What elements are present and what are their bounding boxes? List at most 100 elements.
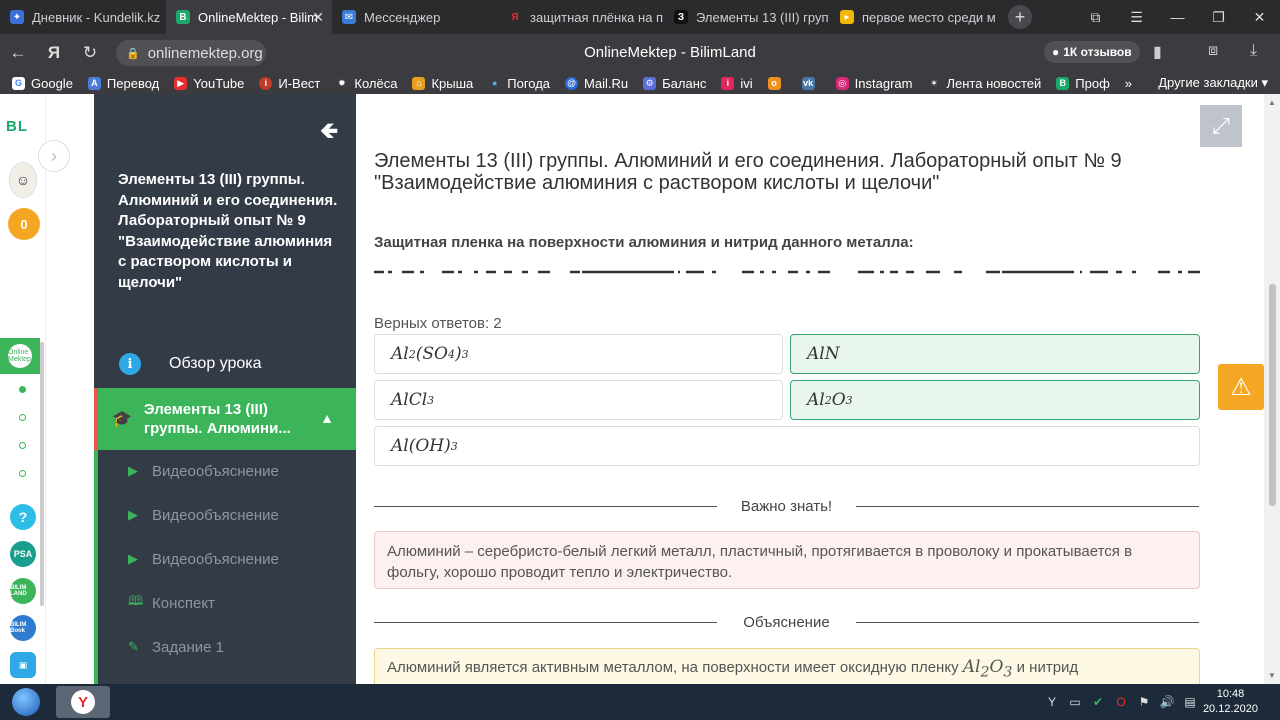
bookmark-google[interactable]: G Google [12,76,73,91]
tab-messenger[interactable]: ✉ Мессенджер [332,0,498,34]
correct-answers-count: Верных ответов: 2 [374,315,502,332]
chevron-right-icon[interactable]: › [38,140,70,172]
start-button[interactable] [4,686,48,718]
tab-yandex-search[interactable]: Язащитная плёнка на п [498,0,664,34]
option-aln[interactable]: AlN [790,334,1200,374]
fullscreen-icon[interactable]: ⤢ [1200,105,1242,147]
important-label: Важно знать! [740,498,833,515]
rail-scrollbar[interactable] [40,342,44,606]
lesson-title: Элементы 13 (III) группы. Алюминий и его… [374,150,1122,194]
explanation-label: Объяснение [743,614,830,631]
warning-icon[interactable]: ⚠ [1218,364,1264,410]
reviews-button[interactable]: ● 1К отзывов [1044,41,1140,63]
close-window-icon[interactable]: ✕ [1239,0,1280,34]
bookmark-vk[interactable]: vk [801,76,821,90]
back-icon[interactable]: ← [0,43,36,63]
scroll-down-icon[interactable]: ▼ [1268,671,1276,680]
bookmark-krysha[interactable]: ⌂ Крыша [412,76,473,91]
sidebar-item-video-1[interactable]: ▶ Видеообъяснение [128,460,279,482]
tab-kundelik[interactable]: ✦ Дневник - Kundelik.kz [0,0,166,34]
bookmark-ivest[interactable]: i И-Вест [259,76,320,91]
bookmark-youtube[interactable]: ▶ YouTube [174,76,244,91]
chevron-up-icon[interactable]: ▲ [320,410,334,426]
bookmark-kolesa[interactable]: ✹ Колёса [335,76,397,91]
option-aloh3[interactable]: Al(OH) 3 [374,426,1200,466]
sidebar-item-chapter[interactable]: 🎓 Элементы 13 (III) группы. Алюмини... ▲ [94,388,356,450]
option-al2o3[interactable]: Al 2 O 3 [790,380,1200,420]
score-badge[interactable]: 0 [8,208,40,240]
avatar[interactable]: ☺ [9,162,37,198]
safely-remove-icon[interactable]: ▭ [1065,692,1085,712]
rail-item-online-mektep[interactable]: Online Mektep [0,338,40,374]
edit-icon: ✎ [128,639,139,654]
page-title: OnlineMektep - BilimLand [584,44,756,61]
flag-tray-icon[interactable]: ⚑ [1134,692,1154,712]
tabs-icon[interactable]: ⧉ [1075,0,1116,34]
psa-icon[interactable]: PSA [10,541,36,567]
menu-icon[interactable]: ☰ [1116,0,1157,34]
tab-first-place[interactable]: ▸ первое место среди м [830,0,996,34]
bookmark-translate[interactable]: A Перевод [87,76,159,91]
bookmark-ivi[interactable]: i ivi [721,76,753,91]
prof-icon: B [1056,76,1070,90]
bookmark-prof[interactable]: B Проф [1056,76,1110,91]
other-bookmarks[interactable]: Другие закладки ▾ [1158,75,1268,91]
bookmark-instagram[interactable]: ◎ Instagram [835,76,912,91]
tab-onlinemektep[interactable]: B OnlineMektep - Bilim ✕ [166,0,332,34]
sidebar-item-overview[interactable]: i Обзор урока [94,342,356,386]
bookmark-icon[interactable]: ▮ [1153,42,1162,62]
download-icon[interactable]: ⤓ [1250,42,1257,60]
ivest-icon: i [259,76,273,90]
bookmark-news[interactable]: ✶ Лента новостей [927,76,1041,91]
yandex-browser-icon: Y [71,690,95,714]
scrollbar-thumb[interactable] [1269,284,1276,506]
flag-icon: ▸ [840,10,854,24]
new-tab-button[interactable]: + [1008,5,1032,29]
close-tab-icon[interactable]: ✕ [312,9,324,26]
volume-icon[interactable]: 🔊 [1157,692,1177,712]
more-bookmarks-chevron-icon[interactable]: » [1125,76,1132,91]
chat-icon[interactable]: ▣ [10,652,36,678]
bilimbook-icon[interactable]: BILIM Book [10,615,36,641]
instagram-icon: ◎ [835,76,849,90]
extensions-icon[interactable]: ⧈ [1208,42,1218,60]
bookmark-balance[interactable]: ⚙ Баланс [643,76,706,91]
taskbar-clock[interactable]: 10:48 20.12.2020 [1203,687,1258,717]
znanija-icon: З [674,10,688,24]
step-dot-1[interactable] [19,386,26,393]
step-dot-4[interactable] [19,470,26,477]
bookmark-weather[interactable]: ● Погода [488,76,550,91]
scroll-up-icon[interactable]: ▲ [1268,98,1276,107]
reload-icon[interactable]: ↻ [72,43,108,63]
lock-icon: 🔒 [126,47,140,60]
arrow-left-icon[interactable]: 🡸 [320,114,338,152]
bilimland-logo[interactable]: BL [6,118,28,135]
bookmark-odnoklassniki[interactable]: o [767,76,787,90]
sidebar-item-video-2[interactable]: ▶ Видеообъяснение [128,504,279,526]
book-icon: 🕮 [128,593,144,608]
option-al2so43[interactable]: Al 2 (SO 4) 3 [374,334,783,374]
yandex-tray-icon[interactable]: Y [1042,692,1062,712]
network-icon[interactable]: ▤ [1180,692,1200,712]
sidebar-item-summary[interactable]: 🕮 Конспект [128,592,215,614]
opera-icon[interactable]: O [1111,692,1131,712]
taskbar-yandex-browser[interactable]: Y [56,686,110,718]
app-area: BL ☺ 0 Online Mektep ? PSA BILIM LAND BI… [0,94,1280,684]
bilimland-icon[interactable]: BILIM LAND [10,578,36,604]
sidebar-item-task-1[interactable]: ✎ Задание 1 [128,636,224,658]
option-alcl3[interactable]: AlCl 3 [374,380,783,420]
minimize-icon[interactable]: — [1157,0,1198,34]
sidebar-item-video-3[interactable]: ▶ Видеообъяснение [128,548,279,570]
bookmark-mailru[interactable]: @ Mail.Ru [565,76,628,91]
step-dot-3[interactable] [19,442,26,449]
url-field[interactable]: 🔒 onlinemektep.org [116,40,266,66]
restore-icon[interactable]: ❐ [1198,0,1239,34]
explanation-divider: Объяснение [374,612,1199,632]
tab-znanija[interactable]: З Элементы 13 (III) груп [664,0,830,34]
step-dot-2[interactable] [19,414,26,421]
address-bar: ← Я ↻ 🔒 onlinemektep.org OnlineMektep - B… [0,34,1280,72]
help-icon[interactable]: ? [10,504,36,530]
yandex-home-icon[interactable]: Я [36,43,72,63]
page-scrollbar[interactable]: ▲ ▼ [1264,94,1280,684]
security-icon[interactable]: ✔ [1088,692,1108,712]
